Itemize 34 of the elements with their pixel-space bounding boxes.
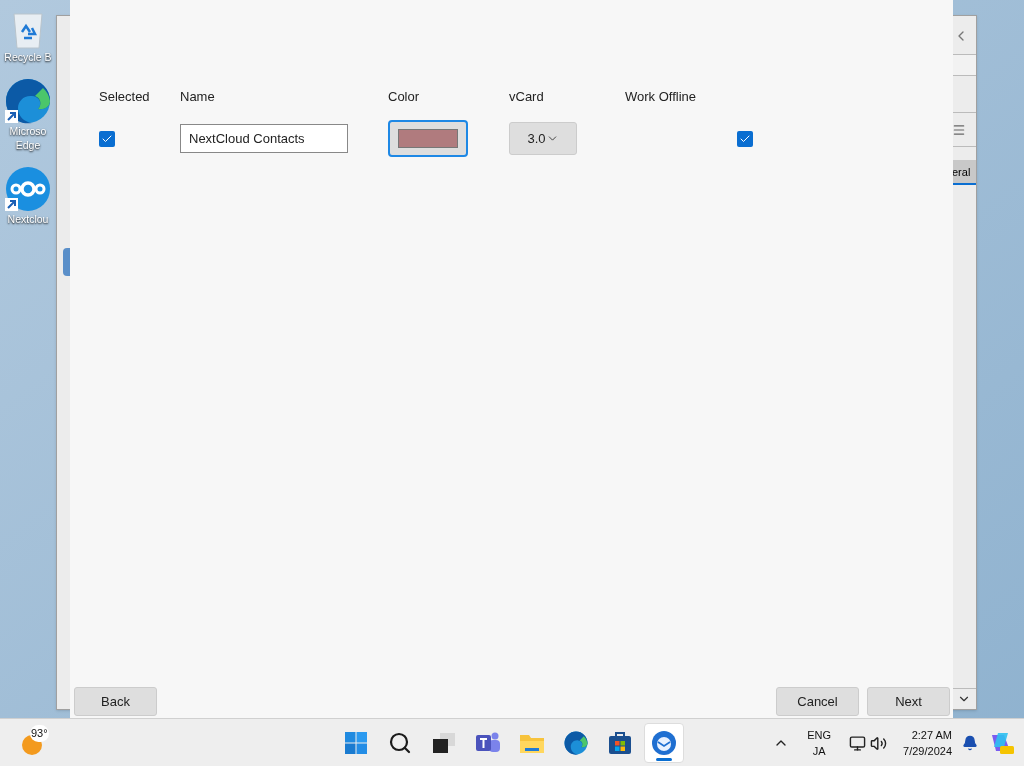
notification-bell-icon[interactable]: [962, 735, 978, 751]
color-picker-button[interactable]: [388, 120, 468, 157]
dialog-button[interactable]: Next: [867, 687, 950, 716]
teams-icon: [475, 731, 501, 755]
tab[interactable]: eral: [952, 160, 976, 185]
selected-checkbox[interactable]: [99, 130, 115, 147]
ime-indicator[interactable]: JA: [812, 743, 826, 759]
mail-bird-icon: [651, 730, 677, 756]
network-icon[interactable]: [849, 734, 867, 752]
name-input-field[interactable]: NextCloud Contacts: [180, 124, 348, 153]
clock-date[interactable]: 7/29/2024: [903, 743, 952, 759]
task-view-icon: [432, 732, 456, 754]
edge-browser-icon: [564, 731, 588, 755]
volume-icon[interactable]: [870, 734, 888, 752]
menu-icon[interactable]: [952, 122, 966, 137]
back-button[interactable]: Back: [74, 687, 157, 716]
vcard-dropdown[interactable]: 3.0: [509, 122, 577, 155]
language-indicator[interactable]: ENG: [807, 727, 832, 743]
temperature: 93°: [30, 725, 49, 742]
folder-icon: [519, 732, 545, 754]
windows-logo-icon: [344, 731, 368, 755]
column-header: Name: [180, 89, 215, 104]
column-header: Color: [388, 89, 420, 104]
column-header: vCard: [509, 89, 544, 104]
cloud-rings-icon: [5, 166, 51, 212]
column-header: Work Offline: [625, 89, 697, 104]
work-offline-checkbox[interactable]: [737, 130, 753, 147]
recycle-bin-icon: [10, 10, 46, 50]
column-header: Selected: [99, 89, 150, 104]
clock-time[interactable]: 2:27 AM: [911, 727, 952, 743]
search-icon: [388, 731, 412, 755]
edge-browser-icon: [5, 78, 51, 124]
store-bag-icon: [608, 731, 632, 755]
dialog-button[interactable]: Cancel: [776, 687, 859, 716]
